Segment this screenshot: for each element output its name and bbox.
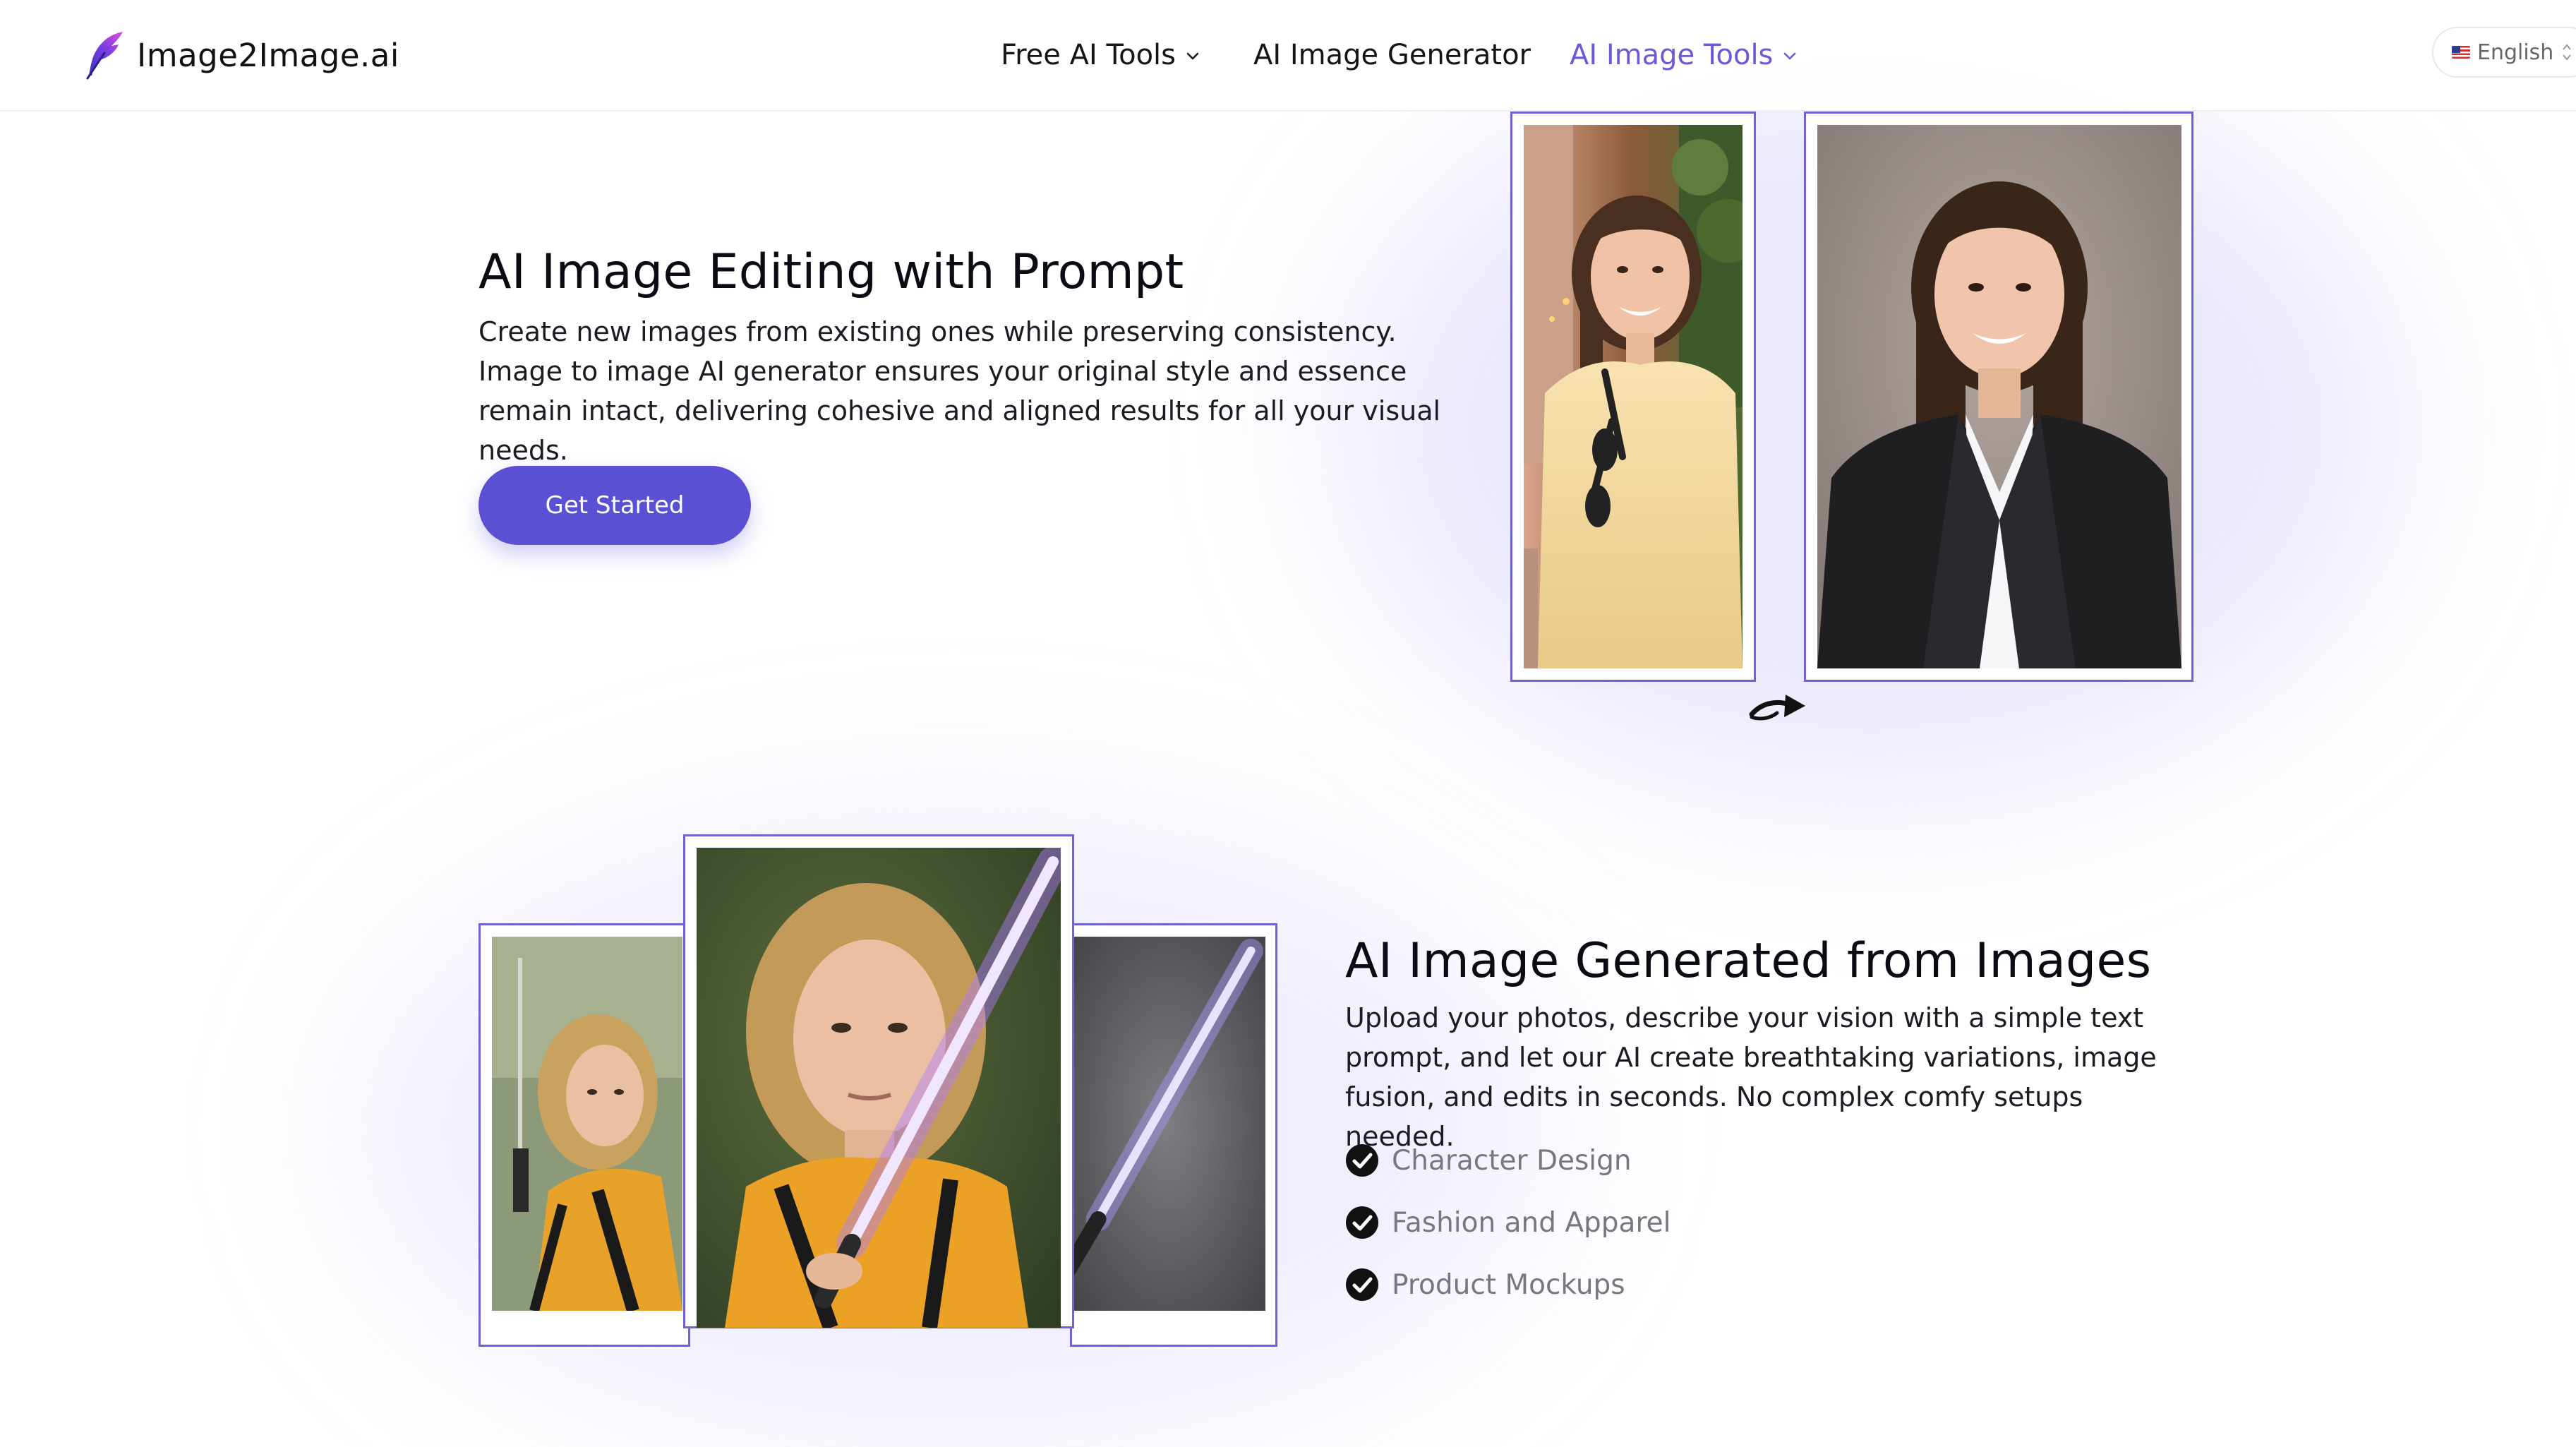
feature-item: Character Design: [1345, 1139, 1632, 1182]
feather-logo-icon: [86, 32, 123, 80]
business-portrait-image: [1817, 125, 2181, 668]
nav-label: AI Image Tools: [1570, 39, 1774, 71]
brand[interactable]: Image2Image.ai: [83, 28, 399, 82]
nav-ai-image-tools[interactable]: AI Image Tools: [1570, 28, 1798, 82]
check-circle-icon: [1346, 1268, 1378, 1301]
us-flag-icon: [2452, 46, 2470, 59]
get-started-button[interactable]: Get Started: [479, 466, 751, 545]
feature-label: Character Design: [1392, 1144, 1632, 1177]
section2-description: Upload your photos, describe your vision…: [1345, 1002, 2157, 1152]
chevron-down-icon: [1186, 52, 1199, 60]
after-image-frame: [1804, 112, 2193, 682]
feature-item: Fashion and Apparel: [1345, 1201, 1671, 1244]
curved-arrow-icon: [1749, 695, 1805, 721]
nav-label: AI Image Generator: [1253, 39, 1531, 71]
section1-title: AI Image Editing with Prompt: [479, 244, 1184, 300]
result-image-frame: [683, 834, 1074, 1328]
source-image-frame: [479, 923, 690, 1347]
nav-ai-image-generator[interactable]: AI Image Generator: [1253, 28, 1531, 82]
lightsaber-image: [1069, 937, 1265, 1311]
check-circle-icon: [1346, 1206, 1378, 1239]
feature-label: Product Mockups: [1392, 1268, 1625, 1301]
casual-portrait-image: [1524, 125, 1743, 668]
brand-name: Image2Image.ai: [137, 36, 399, 74]
language-selector[interactable]: English: [2432, 27, 2576, 78]
chevron-down-icon: [1784, 52, 1796, 60]
nav-free-ai-tools[interactable]: Free AI Tools: [1001, 28, 1201, 82]
section2-title: AI Image Generated from Images: [1345, 933, 2152, 989]
before-image-frame: [1510, 112, 1756, 682]
reference-image-frame: [1069, 923, 1277, 1347]
feature-label: Fashion and Apparel: [1392, 1206, 1671, 1239]
section1-description: Create new images from existing ones whi…: [479, 316, 1441, 466]
katana-portrait-image: [492, 937, 682, 1311]
language-label: English: [2477, 40, 2554, 65]
nav-label: Free AI Tools: [1001, 39, 1176, 71]
feature-item: Product Mockups: [1345, 1263, 1625, 1306]
site-header: Image2Image.ai Free AI Tools AI Image Ge…: [0, 0, 2576, 112]
sort-arrows-icon: [2563, 44, 2572, 61]
fusion-result-image: [697, 848, 1061, 1328]
check-circle-icon: [1346, 1144, 1378, 1177]
